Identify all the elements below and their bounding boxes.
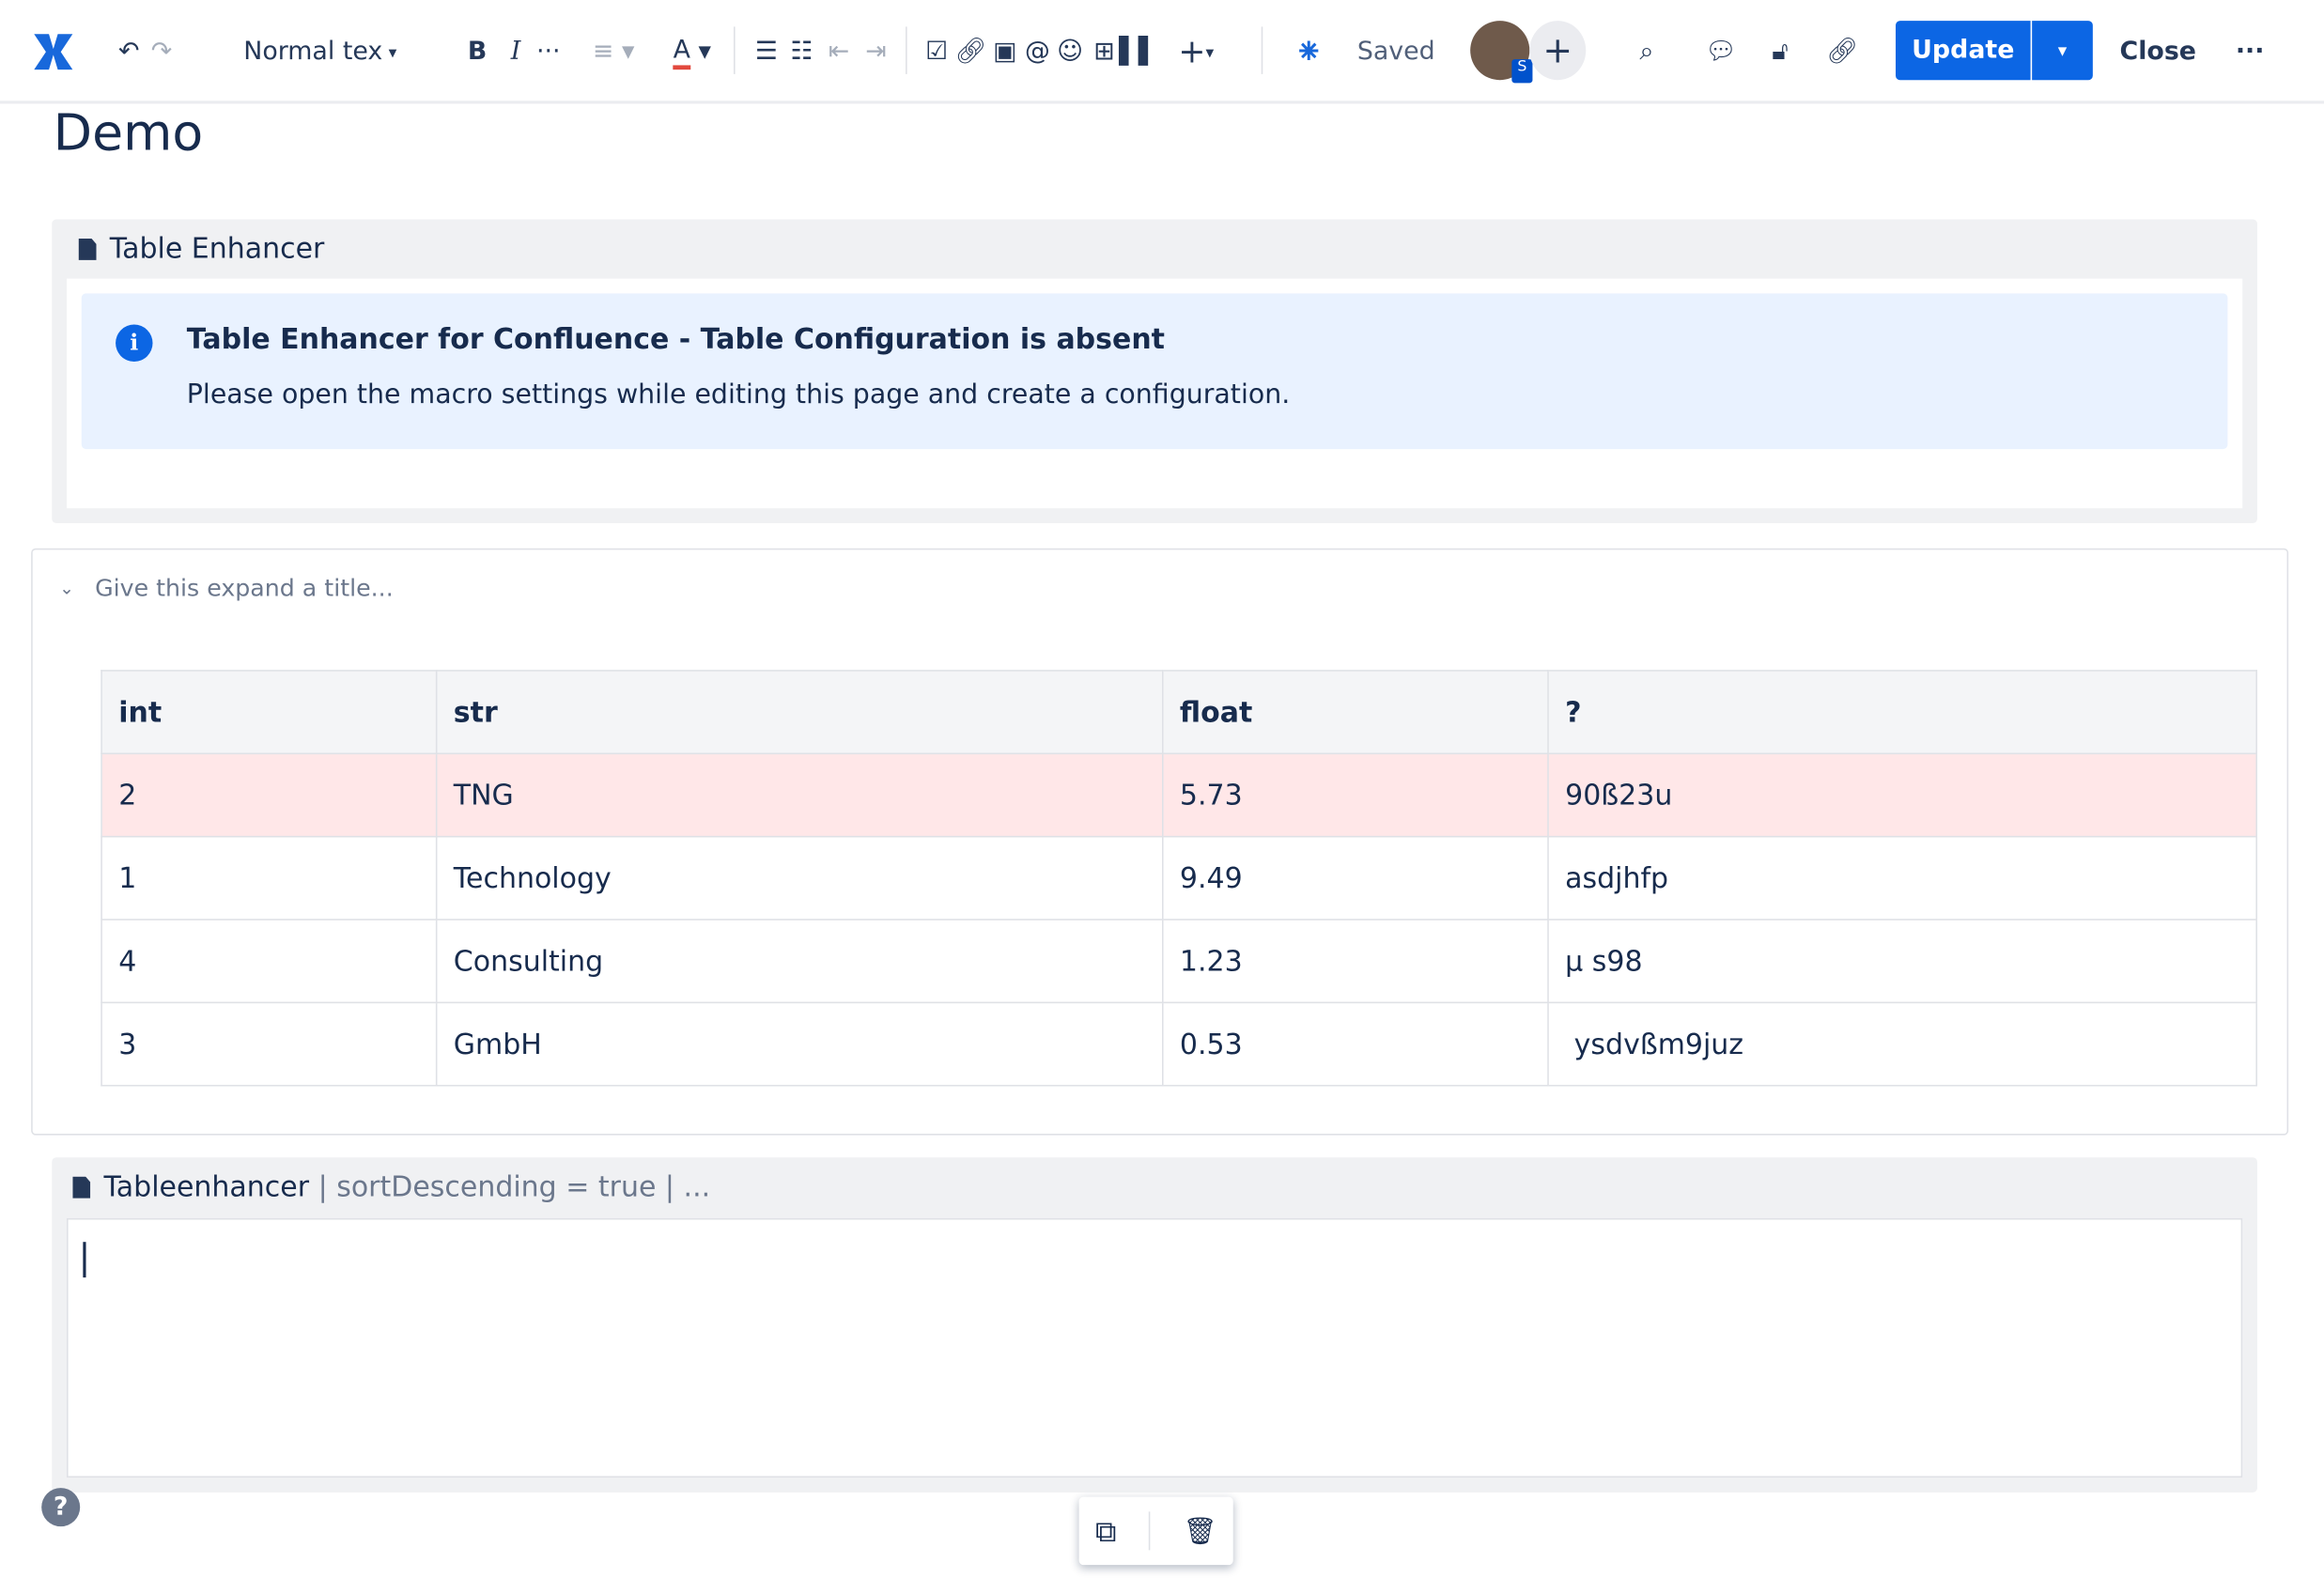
alignment-icon[interactable]: ≡ ▾ [584, 33, 643, 71]
close-button[interactable]: Close [2114, 33, 2203, 71]
table-enhancer-macro[interactable]: Table Enhancer i Table Enhancer for Conf… [52, 219, 2257, 523]
table-cell[interactable]: 3 [101, 1001, 438, 1087]
data-table: int str float ? 2 TNG 5.73 90ß23u 1 Technolo… [101, 670, 2257, 1087]
indent-icon[interactable]: ⇥ [860, 33, 892, 71]
table-cell[interactable]: 4 [101, 919, 438, 1004]
table-cell[interactable]: TNG [435, 752, 1164, 838]
action-item-icon[interactable]: ☑ [921, 33, 953, 71]
table-cell[interactable]: 90ß23u [1547, 752, 2257, 838]
outdent-icon[interactable]: ⇤ [823, 33, 856, 71]
delete-icon[interactable]: 🗑︎ [1183, 1515, 1216, 1546]
image-icon[interactable]: ▣ [988, 33, 1021, 71]
tableenhancer-macro[interactable]: Tableenhancer | sortDescending = true | … [52, 1157, 2257, 1493]
text-color-icon[interactable]: A ▾ [661, 33, 723, 71]
expand-block[interactable]: ⌄ Give this expand a title... int str flo… [31, 548, 2289, 1136]
redo-icon[interactable]: ↷ [146, 33, 178, 71]
page-title[interactable]: Demo [54, 103, 203, 162]
restrictions-unlock-icon[interactable]: 🔓︎ [1760, 33, 1799, 71]
info-icon: i [116, 324, 153, 362]
table-row: 1 Technology 9.49 asdjhfp [101, 835, 2257, 920]
saving-spinner-icon: ⁕ [1294, 31, 1325, 73]
editor-toolbar: ↶ ↷ Normal tex ▾ B I ··· ≡ ▾ A ▾ ☰ ☷ ⇤ ⇥ … [0, 0, 2324, 104]
macro-title: Tableenhancer [103, 1170, 310, 1204]
document-icon [78, 238, 97, 260]
table-cell[interactable]: Technology [435, 835, 1164, 920]
chevron-down-icon[interactable]: ⌄ [59, 578, 74, 598]
bullet-list-icon[interactable]: ☰ [750, 33, 782, 71]
text-style-dropdown[interactable]: Normal tex ▾ [237, 33, 403, 71]
numbered-list-icon[interactable]: ☷ [785, 33, 818, 71]
table-row: 3 GmbH 0.53 ysdvßm9juz [101, 1001, 2257, 1087]
table-header-row: int str float ? [101, 670, 2257, 755]
confluence-logo-icon[interactable] [26, 33, 80, 71]
info-panel: i Table Enhancer for Confluence - Table … [81, 293, 2228, 450]
help-icon[interactable]: ? [41, 1488, 81, 1527]
table-cell[interactable]: 9.49 [1161, 835, 1549, 920]
insert-more-icon[interactable]: + ▾ [1165, 33, 1227, 71]
more-options-icon[interactable]: ··· [2229, 33, 2270, 71]
copy-icon[interactable]: ⧉ [1095, 1513, 1117, 1549]
avatar[interactable]: S [1470, 21, 1533, 84]
column-header[interactable]: float [1161, 670, 1549, 755]
copy-link-icon[interactable]: 🔗︎ [1823, 33, 1862, 71]
table-cell[interactable]: 1 [101, 835, 438, 920]
invite-button[interactable]: + [1529, 21, 1587, 81]
table-cell[interactable]: ysdvßm9juz [1547, 1001, 2257, 1087]
saved-status: Saved [1356, 37, 1435, 68]
column-header[interactable]: int [101, 670, 438, 755]
update-button[interactable]: Update [1896, 21, 2031, 81]
table-cell[interactable]: Consulting [435, 919, 1164, 1004]
search-icon[interactable]: ⌕ [1627, 33, 1666, 71]
info-title: Table Enhancer for Confluence - Table Co… [186, 322, 1166, 356]
layout-icon[interactable]: ▌▌ [1119, 33, 1157, 71]
italic-icon[interactable]: I [501, 33, 531, 71]
column-header[interactable]: ? [1547, 670, 2257, 755]
table-cell[interactable]: 5.73 [1161, 752, 1549, 838]
link-icon[interactable]: 🔗︎ [954, 33, 987, 71]
bold-icon[interactable]: B [462, 33, 492, 71]
macro-body-editor[interactable] [67, 1217, 2243, 1478]
macro-title: Table Enhancer [109, 232, 325, 266]
macro-params: | sortDescending = true | ... [309, 1170, 711, 1204]
document-icon [72, 1175, 91, 1199]
avatar-badge: S [1511, 59, 1533, 84]
expand-title-input[interactable]: Give this expand a title... [95, 574, 394, 602]
column-header[interactable]: str [435, 670, 1164, 755]
expand-header[interactable]: ⌄ Give this expand a title... [59, 574, 394, 602]
comment-icon[interactable]: 💬︎ [1701, 33, 1740, 71]
emoji-icon[interactable]: ☺ [1054, 33, 1087, 71]
text-cursor [83, 1242, 85, 1278]
table-cell[interactable]: 1.23 [1161, 919, 1549, 1004]
table-cell[interactable]: GmbH [435, 1001, 1164, 1087]
table-cell[interactable]: asdjhfp [1547, 835, 2257, 920]
mention-icon[interactable]: @ [1021, 33, 1054, 71]
undo-icon[interactable]: ↶ [113, 33, 146, 71]
macro-floating-toolbar: ⧉ 🗑︎ [1078, 1496, 1233, 1566]
table-cell[interactable]: 2 [101, 752, 438, 838]
table-row: 4 Consulting 1.23 µ s98 [101, 919, 2257, 1004]
text-style-label: Normal tex [243, 37, 383, 68]
update-options-chevron-icon[interactable]: ▾ [2032, 21, 2093, 81]
more-formatting-icon[interactable]: ··· [534, 33, 564, 71]
table-icon[interactable]: ⊞ [1088, 33, 1121, 71]
table-row: 2 TNG 5.73 90ß23u [101, 752, 2257, 838]
table-cell[interactable]: 0.53 [1161, 1001, 1549, 1087]
info-text: Please open the macro settings while edi… [186, 379, 1291, 411]
table-cell[interactable]: µ s98 [1547, 919, 2257, 1004]
